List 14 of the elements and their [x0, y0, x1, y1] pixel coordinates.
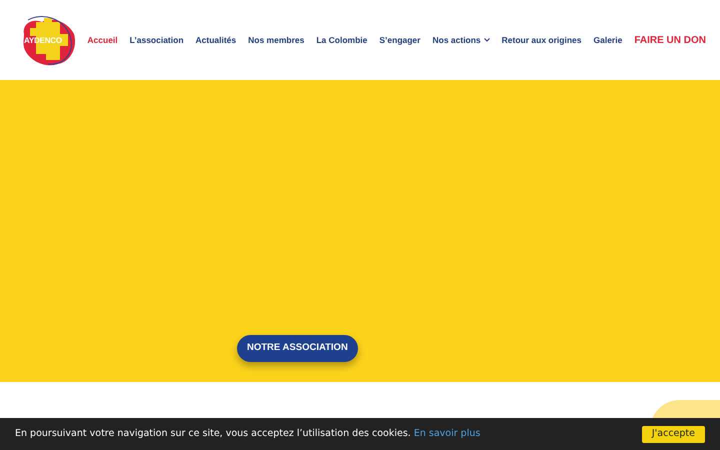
nav-link[interactable]: S’engager: [379, 34, 420, 46]
nav-link[interactable]: La Colombie: [316, 34, 368, 46]
nav-link[interactable]: L’association: [130, 34, 184, 46]
accept-button[interactable]: J'accepte: [642, 426, 705, 442]
nav-link[interactable]: Nos actions: [432, 34, 490, 46]
learn-more-link[interactable]: En savoir plus: [414, 428, 480, 439]
nav-link[interactable]: Retour aux origines: [502, 34, 582, 46]
cookie-message: En poursuivant votre navigation sur ce site, vous acceptez l’utilisation des cookies. En savoir plus: [15, 426, 480, 441]
nav-link[interactable]: Actualités: [196, 34, 236, 46]
nav-link[interactable]: Nos membres: [248, 34, 304, 46]
nav-link[interactable]: FAIRE UN DON: [634, 32, 706, 48]
nav-link[interactable]: Accueil: [87, 34, 118, 46]
notre-association-button[interactable]: NOTRE ASSOCIATION: [237, 335, 358, 362]
nav-link[interactable]: Galerie: [594, 34, 622, 46]
